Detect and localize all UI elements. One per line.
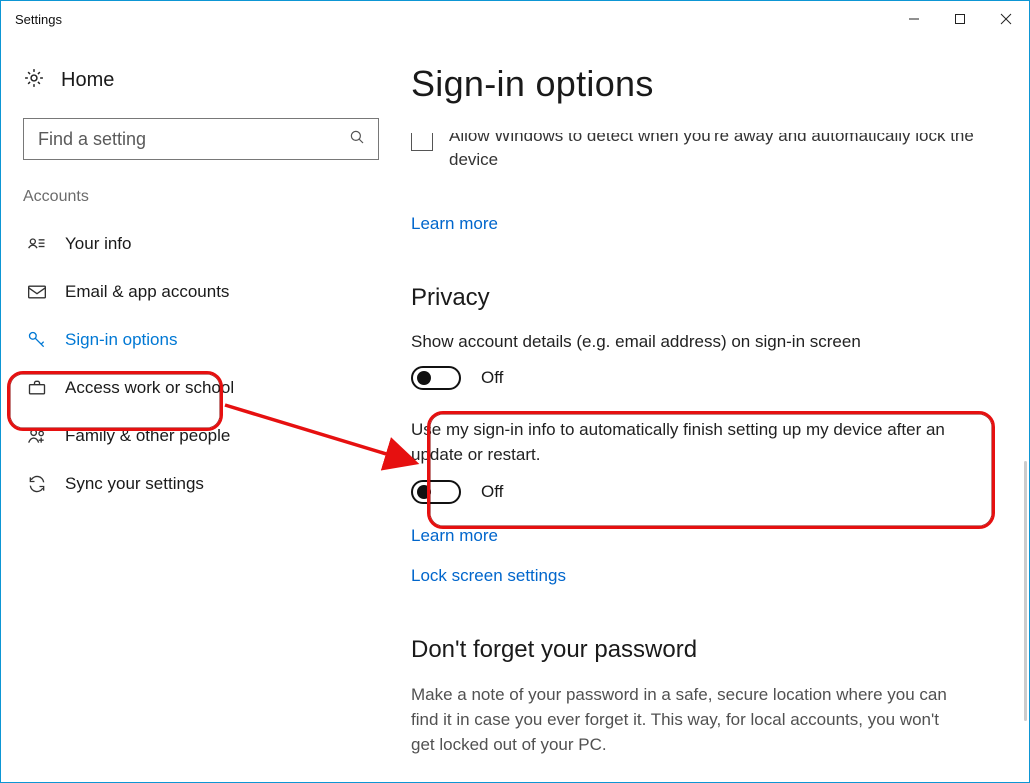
toggle-state: Off bbox=[481, 368, 503, 388]
sync-icon bbox=[25, 472, 49, 496]
away-checkbox[interactable] bbox=[411, 133, 433, 151]
sidebar-item-work[interactable]: Access work or school bbox=[23, 364, 379, 412]
sidebar-item-family[interactable]: Family & other people bbox=[23, 412, 379, 460]
home-label: Home bbox=[61, 69, 114, 92]
title-bar: Settings bbox=[1, 1, 1029, 37]
page-title: Sign-in options bbox=[401, 37, 1029, 111]
search-icon bbox=[348, 128, 366, 151]
password-heading: Don't forget your password bbox=[411, 636, 1019, 664]
link-learn-more-1[interactable]: Learn more bbox=[411, 214, 498, 234]
away-text: Allow Windows to detect when you're away… bbox=[449, 133, 1019, 172]
password-text: Make a note of your password in a safe, … bbox=[411, 682, 951, 757]
privacy-item2-text: Use my sign-in info to automatically fin… bbox=[411, 418, 951, 467]
window-title: Settings bbox=[1, 12, 62, 27]
maximize-button[interactable] bbox=[937, 1, 983, 37]
toggle-auto-finish[interactable] bbox=[411, 480, 461, 504]
people-icon bbox=[25, 424, 49, 448]
close-button[interactable] bbox=[983, 1, 1029, 37]
user-card-icon bbox=[25, 232, 49, 256]
gear-icon bbox=[23, 67, 45, 94]
mail-icon bbox=[25, 280, 49, 304]
nav-label: Your info bbox=[65, 234, 131, 254]
privacy-heading: Privacy bbox=[411, 284, 1019, 312]
toggle-show-account[interactable] bbox=[411, 366, 461, 390]
link-lock-screen[interactable]: Lock screen settings bbox=[411, 566, 1019, 586]
search-field[interactable] bbox=[36, 128, 348, 151]
main-content: Sign-in options Allow Windows to detect … bbox=[401, 37, 1029, 782]
key-icon bbox=[25, 328, 49, 352]
link-learn-more-2[interactable]: Learn more bbox=[411, 526, 1019, 546]
sidebar-item-your-info[interactable]: Your info bbox=[23, 220, 379, 268]
nav-label: Family & other people bbox=[65, 426, 230, 446]
sidebar-item-signin[interactable]: Sign-in options bbox=[23, 316, 379, 364]
scrollbar[interactable] bbox=[1024, 461, 1027, 721]
search-input[interactable] bbox=[23, 118, 379, 160]
nav-label: Sync your settings bbox=[65, 474, 204, 494]
nav-label: Access work or school bbox=[65, 378, 234, 398]
home-button[interactable]: Home bbox=[23, 61, 379, 118]
sidebar-item-sync[interactable]: Sync your settings bbox=[23, 460, 379, 508]
sidebar-item-email[interactable]: Email & app accounts bbox=[23, 268, 379, 316]
privacy-item1-text: Show account details (e.g. email address… bbox=[411, 330, 951, 355]
nav-label: Sign-in options bbox=[65, 330, 177, 350]
toggle-state: Off bbox=[481, 482, 503, 502]
briefcase-icon bbox=[25, 376, 49, 400]
sidebar-category: Accounts bbox=[23, 188, 379, 206]
minimize-button[interactable] bbox=[891, 1, 937, 37]
nav-label: Email & app accounts bbox=[65, 282, 229, 302]
sidebar: Home Accounts Your info Email & app acco… bbox=[1, 37, 401, 782]
